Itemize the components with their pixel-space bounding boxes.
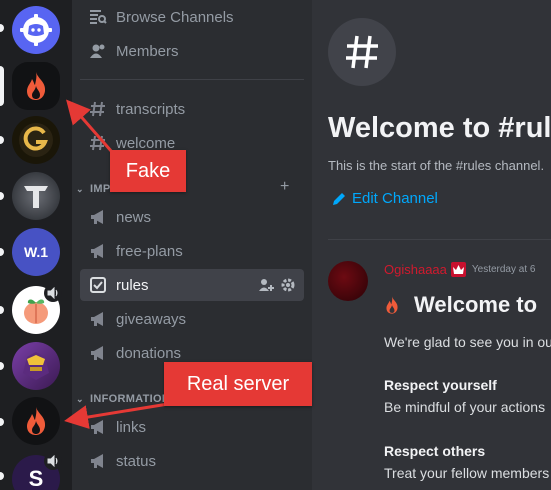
megaphone-icon [88,451,108,471]
hash-icon [88,99,108,119]
audio-badge [44,284,62,302]
speaker-icon [47,455,58,467]
channel-label: status [116,452,157,470]
channel-item-transcripts[interactable]: transcripts [80,93,304,125]
edit-channel-link[interactable]: Edit Channel [332,190,438,207]
w1-logo-icon: W.1 [23,244,49,260]
discord-app: W.1 S Browse Channels Members transcript… [0,0,551,490]
speaker-icon [47,287,58,299]
megaphone-icon [88,207,108,227]
flame-icon [386,296,398,314]
message-line: We're glad to see you in our server [384,334,551,350]
server-icon-w1[interactable]: W.1 [12,228,60,276]
hash-icon [88,133,108,153]
channel-item-rules[interactable]: rules [80,269,304,301]
channel-label: links [116,418,147,436]
server-icon-t[interactable] [12,172,60,220]
chat-area: Welcome to #rules This is the start of t… [312,0,551,490]
unread-indicator [0,472,4,480]
selected-server-pill [0,66,4,106]
channel-sidebar: Browse Channels Members transcripts welc… [72,0,312,490]
welcome-title: Welcome to #rules [328,112,551,144]
create-invite-icon[interactable] [258,277,274,297]
message-timestamp: Yesterday at 6 [471,264,536,275]
message-header: Ogishaaaa Yesterday at 6 [384,262,535,277]
message-line: Be mindful of your actions [384,399,546,415]
megaphone-icon [88,343,108,363]
server-rail: W.1 S [0,0,72,490]
channel-label: free-plans [116,242,183,260]
helmet-icon [23,352,49,380]
avatar[interactable] [328,261,368,301]
sidebar-divider [80,79,304,80]
unread-indicator [0,306,4,314]
message-title-text: Welcome to [414,292,538,317]
browse-channels-label: Browse Channels [116,8,234,26]
megaphone-icon [88,417,108,437]
category-label: INFORMATION [90,393,171,405]
message-line: Treat your fellow members [384,465,550,481]
message-title: Welcome to [384,292,537,318]
channel-label: news [116,208,152,226]
unread-indicator [0,24,4,32]
welcome-subtitle: This is the start of the #rules channel. [328,158,545,173]
channel-label: transcripts [116,100,186,118]
server-icon-discord[interactable] [12,6,60,54]
fake-callout: Fake [110,150,186,192]
channel-label: donations [116,344,182,362]
message-heading: Respect yourself [384,377,497,393]
audio-badge [44,452,62,470]
message-heading: Respect others [384,443,486,459]
real-server-callout: Real server [164,362,312,406]
chevron-down-icon: ⌄ [76,183,84,194]
s-logo-icon: S [28,466,44,490]
message-divider [328,239,551,240]
browse-channels-item[interactable]: Browse Channels [80,1,304,33]
megaphone-icon [88,241,108,261]
flame-icon [27,72,46,100]
pencil-icon [333,192,345,205]
author-name[interactable]: Ogishaaaa [384,262,447,277]
unread-indicator [0,362,4,370]
members-icon [88,41,108,61]
chevron-down-icon: ⌄ [76,393,84,404]
edit-channel-label: Edit Channel [352,190,438,207]
browse-channels-icon [88,7,108,27]
channel-label: rules [116,276,149,294]
server-icon-g[interactable] [12,116,60,164]
unread-indicator [0,248,4,256]
unread-indicator [0,136,4,144]
g-logo-icon [19,123,53,157]
channel-hash-icon [328,18,396,86]
server-icon-fake[interactable] [12,62,60,110]
server-icon-purple[interactable] [12,342,60,390]
add-channel-icon[interactable]: + [280,178,289,196]
category-information[interactable]: ⌄ INFORMATION [76,390,170,408]
channel-item-status[interactable]: status [80,445,304,477]
channel-item-links[interactable]: links [80,411,304,443]
megaphone-icon [88,309,108,329]
members-label: Members [116,42,179,60]
gear-icon[interactable] [280,277,296,297]
channel-label: giveaways [116,310,187,328]
unread-indicator [0,418,4,426]
channel-item-news[interactable]: news [80,201,304,233]
channel-item-giveaways[interactable]: giveaways [80,303,304,335]
members-item[interactable]: Members [80,35,304,67]
unread-indicator [0,192,4,200]
channel-item-free-plans[interactable]: free-plans [80,235,304,267]
flame-icon [27,407,46,435]
crown-icon [450,262,466,277]
rules-icon [88,275,108,295]
t-logo-icon [24,186,48,208]
server-icon-real[interactable] [12,397,60,445]
channel-label: welcome [116,134,176,152]
discord-gear-icon [20,14,52,46]
